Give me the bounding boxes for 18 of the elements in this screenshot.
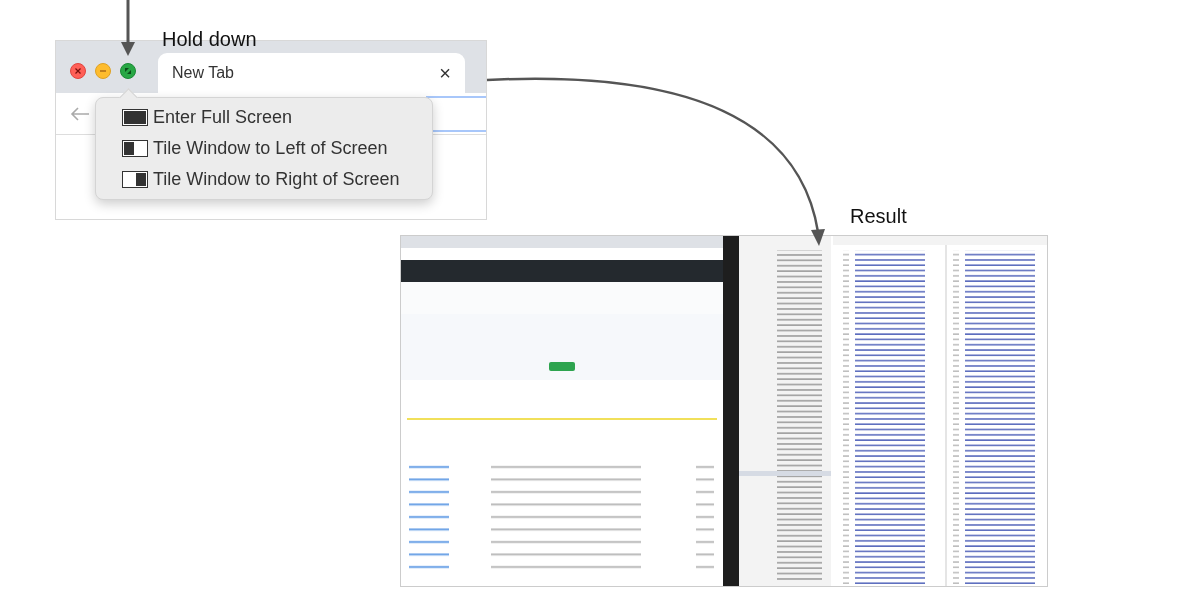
window-tile-icon [122,109,148,126]
close-icon [74,67,82,75]
menu-item[interactable]: Enter Full Screen [122,102,432,133]
window-tile-icon [122,140,148,157]
arrow [121,0,135,56]
window-tile-icon [122,171,148,188]
back-icon[interactable] [70,105,90,122]
menu-item[interactable]: Tile Window to Left of Screen [122,133,432,164]
minus-icon [99,67,107,75]
menu-item[interactable]: Tile Window to Right of Screen [122,164,432,195]
fullscreen-window-button[interactable] [120,63,136,79]
result-label: Result [850,205,907,227]
hold-down-label: Hold down [162,28,257,50]
minimize-window-button[interactable] [95,63,111,79]
browser-tab[interactable]: New Tab × [158,53,465,93]
expand-icon [124,67,132,75]
close-window-button[interactable] [70,63,86,79]
close-icon[interactable]: × [439,61,451,85]
